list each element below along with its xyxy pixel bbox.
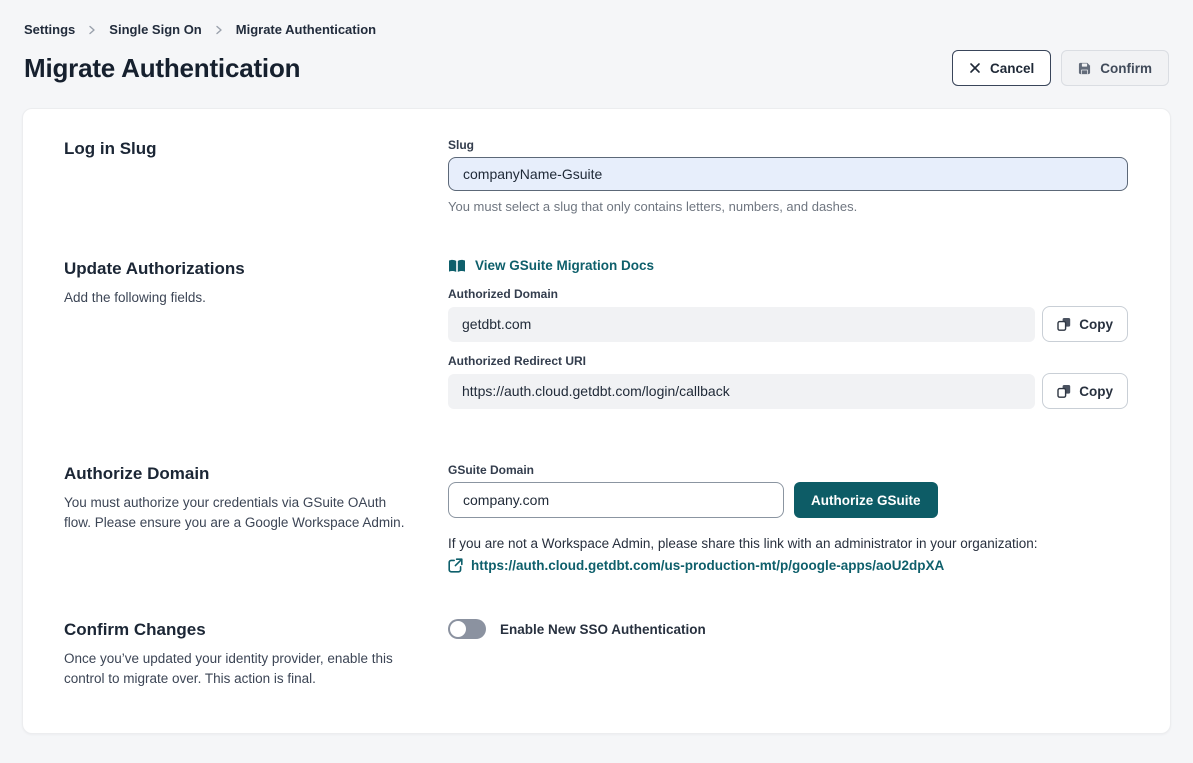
breadcrumb: Settings Single Sign On Migrate Authenti… [24,22,1169,37]
section-confirm-changes-right: Enable New SSO Authentication [448,619,1128,689]
gsuite-domain-input[interactable] [448,482,784,518]
authorized-domain-label: Authorized Domain [448,287,1128,301]
confirm-button-label: Confirm [1100,61,1152,76]
copy-icon [1057,317,1071,332]
section-login-slug-left: Log in Slug [64,138,448,214]
section-authorize-domain: Authorize Domain You must authorize your… [64,463,1128,573]
authorized-domain-row: getdbt.com Copy [448,306,1128,342]
section-heading: Log in Slug [64,138,448,160]
settings-card: Log in Slug Slug You must select a slug … [22,108,1171,734]
external-link-icon [448,558,463,573]
authorized-domain-group: Authorized Domain getdbt.com Copy [448,287,1128,342]
page-title: Migrate Authentication [24,53,300,84]
breadcrumb-item-settings[interactable]: Settings [24,22,75,37]
section-description: You must authorize your credentials via … [64,493,414,533]
chevron-right-icon [87,25,97,35]
chevron-right-icon [214,25,224,35]
gsuite-migration-docs-link-label: View GSuite Migration Docs [475,258,654,273]
page-header: Settings Single Sign On Migrate Authenti… [0,0,1193,86]
title-row: Migrate Authentication Cancel [24,50,1169,86]
workspace-admin-note: If you are not a Workspace Admin, please… [448,534,1128,553]
section-login-slug: Log in Slug Slug You must select a slug … [64,138,1128,214]
section-heading: Confirm Changes [64,619,448,641]
authorized-redirect-uri-group: Authorized Redirect URI https://auth.clo… [448,354,1128,409]
section-update-authorizations-left: Update Authorizations Add the following … [64,258,448,409]
gsuite-domain-row: Authorize GSuite [448,482,1128,518]
header-actions: Cancel Confirm [952,50,1169,86]
admin-share-link[interactable]: https://auth.cloud.getdbt.com/us-product… [471,558,944,573]
cancel-button-label: Cancel [990,61,1034,76]
copy-button-label: Copy [1079,317,1113,332]
sso-toggle-row: Enable New SSO Authentication [448,619,1128,639]
section-confirm-changes-left: Confirm Changes Once you’ve updated your… [64,619,448,689]
section-confirm-changes: Confirm Changes Once you’ve updated your… [64,619,1128,689]
copy-icon [1057,384,1071,399]
gsuite-domain-label: GSuite Domain [448,463,1128,477]
book-icon [448,259,466,273]
copy-authorized-domain-button[interactable]: Copy [1042,306,1128,342]
section-update-authorizations-right: View GSuite Migration Docs Authorized Do… [448,258,1128,409]
section-authorize-domain-left: Authorize Domain You must authorize your… [64,463,448,573]
section-login-slug-right: Slug You must select a slug that only co… [448,138,1128,214]
confirm-button[interactable]: Confirm [1061,50,1169,86]
copy-redirect-uri-button[interactable]: Copy [1042,373,1128,409]
migrate-authentication-page: Settings Single Sign On Migrate Authenti… [0,0,1193,763]
section-authorize-domain-right: GSuite Domain Authorize GSuite If you ar… [448,463,1128,573]
sso-toggle-label: Enable New SSO Authentication [500,622,706,637]
authorized-domain-value: getdbt.com [448,307,1035,342]
save-icon [1078,62,1091,75]
cancel-button[interactable]: Cancel [952,50,1051,86]
gsuite-migration-docs-link[interactable]: View GSuite Migration Docs [448,258,654,273]
admin-link-row: https://auth.cloud.getdbt.com/us-product… [448,558,1128,573]
authorized-redirect-uri-label: Authorized Redirect URI [448,354,1128,368]
breadcrumb-item-migrate-authentication: Migrate Authentication [236,22,376,37]
section-update-authorizations: Update Authorizations Add the following … [64,258,1128,409]
section-heading: Authorize Domain [64,463,448,485]
authorize-gsuite-button[interactable]: Authorize GSuite [794,482,938,518]
breadcrumb-item-single-sign-on[interactable]: Single Sign On [109,22,201,37]
authorized-redirect-uri-value: https://auth.cloud.getdbt.com/login/call… [448,374,1035,409]
authorized-redirect-uri-row: https://auth.cloud.getdbt.com/login/call… [448,373,1128,409]
x-icon [969,62,981,74]
enable-sso-toggle[interactable] [448,619,486,639]
section-description: Once you’ve updated your identity provid… [64,649,414,689]
section-heading: Update Authorizations [64,258,448,280]
toggle-knob [450,621,466,637]
slug-input[interactable] [448,157,1128,191]
slug-helper-text: You must select a slug that only contain… [448,199,1128,214]
copy-button-label: Copy [1079,384,1113,399]
section-description: Add the following fields. [64,288,414,308]
slug-field-label: Slug [448,138,1128,152]
